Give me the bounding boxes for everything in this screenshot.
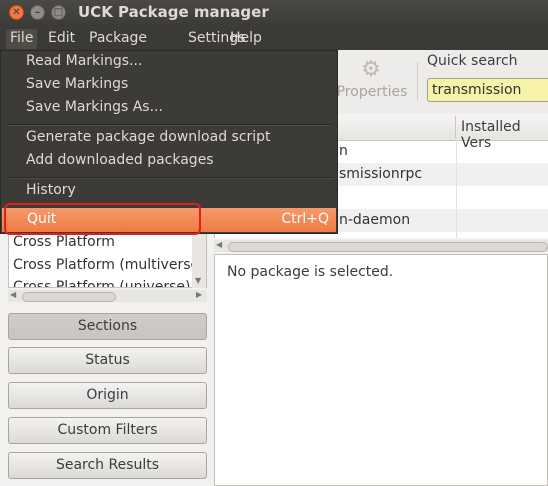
sections-button[interactable]: Sections xyxy=(8,313,207,340)
properties-label: Properties xyxy=(336,84,408,100)
custom-filters-button[interactable]: Custom Filters xyxy=(8,417,207,444)
title-bar: ✕ – □ UCK Package manager xyxy=(0,0,548,26)
menu-separator xyxy=(7,124,333,126)
toolbar-separator xyxy=(417,62,418,100)
menu-file[interactable]: File xyxy=(6,29,38,49)
origin-button[interactable]: Origin xyxy=(8,382,207,409)
scroll-down-icon[interactable]: ▼ xyxy=(195,276,201,285)
column-line xyxy=(456,140,457,238)
package-name: n-daemon xyxy=(339,212,411,228)
annotation-highlight-box xyxy=(4,203,201,235)
package-details-pane: No package is selected. xyxy=(214,254,548,486)
properties-button[interactable]: ⚙ Properties xyxy=(333,56,411,106)
scroll-left-icon[interactable]: ◀ xyxy=(216,240,222,249)
package-name: smissionrpc xyxy=(339,166,423,182)
gear-icon: ⚙ xyxy=(361,57,381,82)
list-item[interactable]: Cross Platform (universe) xyxy=(13,279,190,287)
table-horizontal-scrollbar[interactable]: ◀ xyxy=(214,240,548,252)
scrollbar-thumb[interactable] xyxy=(228,242,548,252)
search-results-button[interactable]: Search Results xyxy=(8,452,207,479)
scroll-left-icon[interactable]: ◀ xyxy=(10,290,16,299)
menu-item-history[interactable]: History xyxy=(26,182,76,198)
quit-shortcut: Ctrl+Q xyxy=(281,211,329,227)
list-item[interactable]: Cross Platform xyxy=(13,234,115,250)
maximize-icon[interactable]: □ xyxy=(51,5,66,20)
status-button[interactable]: Status xyxy=(8,347,207,374)
quick-search-input[interactable]: transmission xyxy=(427,78,548,102)
details-text: No package is selected. xyxy=(227,264,394,280)
menu-help[interactable]: Help xyxy=(226,29,266,49)
menu-package[interactable]: Package xyxy=(85,29,151,49)
menu-item-generate-download-script[interactable]: Generate package download script xyxy=(26,129,271,145)
list-item[interactable]: Cross Platform (multiverse xyxy=(13,257,199,273)
scroll-right-icon[interactable]: ▶ xyxy=(196,290,202,299)
window-title: UCK Package manager xyxy=(78,3,269,21)
quick-search-label: Quick search xyxy=(427,53,518,69)
section-list-horizontal-scrollbar[interactable]: ◀ ▶ xyxy=(8,290,207,302)
menu-bar: File Edit Package Settings Help xyxy=(0,26,548,50)
package-name: n xyxy=(339,143,348,159)
menu-edit[interactable]: Edit xyxy=(44,29,79,49)
scrollbar-thumb[interactable] xyxy=(22,292,116,302)
menu-item-add-downloaded-packages[interactable]: Add downloaded packages xyxy=(26,152,214,168)
menu-item-save-markings[interactable]: Save Markings xyxy=(26,76,128,92)
menu-item-read-markings[interactable]: Read Markings... xyxy=(26,53,142,69)
menu-separator xyxy=(7,177,333,179)
close-icon[interactable]: ✕ xyxy=(9,5,24,20)
column-separator xyxy=(455,116,456,138)
menu-item-save-markings-as[interactable]: Save Markings As... xyxy=(26,99,163,115)
minimize-icon[interactable]: – xyxy=(30,5,45,20)
